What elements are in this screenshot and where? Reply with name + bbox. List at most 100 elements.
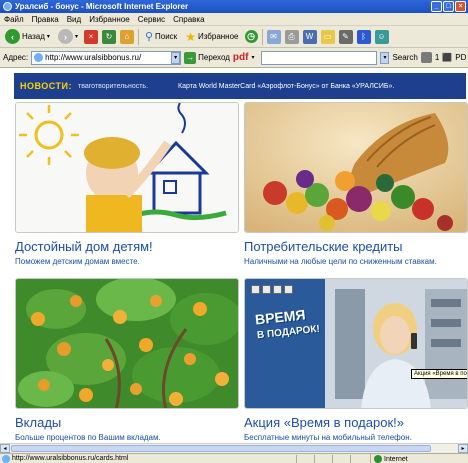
card-title[interactable]: Вклады: [15, 415, 239, 430]
search-icon: ⚲: [144, 31, 154, 43]
toolbar-count: 1: [434, 53, 440, 62]
news-item-2[interactable]: Карта World MasterCard «Аэрофлот-Бонус» …: [178, 83, 394, 90]
pdf-icon[interactable]: ⬛: [442, 53, 452, 62]
back-label: Назад: [22, 32, 45, 41]
menu-help[interactable]: Справка: [173, 15, 204, 24]
card-image-fruit-tree[interactable]: [15, 278, 239, 409]
horizontal-scrollbar[interactable]: ◂ ▸: [0, 443, 468, 453]
news-item-1[interactable]: тваготворительность.: [78, 83, 148, 90]
go-button[interactable]: → Переход: [184, 51, 230, 64]
zone-label: Internet: [384, 455, 408, 463]
search-toolbar-label[interactable]: Search: [392, 53, 417, 62]
scroll-left-icon[interactable]: ◂: [0, 444, 10, 453]
scroll-right-icon[interactable]: ▸: [458, 444, 468, 453]
search-label: Поиск: [155, 32, 178, 41]
home-icon[interactable]: ⌂: [119, 29, 134, 44]
card-image-child-drawing[interactable]: [15, 102, 239, 233]
status-divider: [350, 455, 351, 463]
card-image-cornucopia[interactable]: [244, 102, 468, 233]
forward-arrow-icon: ›: [57, 29, 73, 44]
cornucopia-illustration: [245, 103, 467, 232]
history-icon[interactable]: ◷: [244, 30, 258, 43]
status-bar: http://www.uralsibbonus.ru/cards.html In…: [0, 453, 468, 463]
news-label: НОВОСТИ:: [20, 81, 73, 91]
go-arrow-icon: →: [184, 51, 197, 64]
status-divider: [296, 455, 297, 463]
address-bar: Адрес: http://www.uralsibbonus.ru/ ▾ → П…: [0, 48, 468, 68]
back-button[interactable]: ‹ Назад ▾: [3, 28, 52, 46]
card-image-promo[interactable]: ВРЕМЯ В ПОДАРОК! Акция «Время в по: [244, 278, 468, 409]
card-title[interactable]: Потребительские кредиты: [244, 239, 468, 254]
menu-view[interactable]: Вид: [67, 15, 81, 24]
address-dropdown-icon[interactable]: ▾: [171, 51, 181, 64]
mail-icon[interactable]: ✉: [266, 29, 281, 44]
word-icon[interactable]: W: [302, 29, 317, 44]
favorites-star-icon: ★: [185, 29, 196, 44]
card-time-gift-promo[interactable]: ВРЕМЯ В ПОДАРОК! Акция «Время в по Акция…: [244, 278, 468, 442]
image-folder-icon[interactable]: [284, 285, 293, 294]
menu-favorites[interactable]: Избранное: [89, 15, 130, 24]
refresh-icon[interactable]: ↻: [101, 29, 116, 44]
ie-logo-icon: [3, 2, 12, 11]
forward-dropdown-icon[interactable]: ▾: [75, 33, 78, 40]
bluetooth-icon[interactable]: ᛒ: [356, 29, 371, 44]
card-subtitle[interactable]: Наличными на любые цели по сниженным ста…: [244, 257, 468, 266]
back-dropdown-icon[interactable]: ▾: [47, 33, 50, 40]
address-url: http://www.uralsibbonus.ru/: [45, 53, 142, 62]
window-controls: _ □ ×: [431, 1, 466, 12]
internet-zone-icon: [374, 455, 382, 463]
news-ticker: НОВОСТИ: тваготворительность. Карта Worl…: [14, 73, 466, 99]
discuss-icon[interactable]: ✎: [338, 29, 353, 44]
forward-button[interactable]: › ▾: [56, 28, 80, 46]
status-divider: [314, 455, 315, 463]
standard-toolbar: ‹ Назад ▾ › ▾ × ↻ ⌂ ⚲ Поиск ★ Избранное …: [0, 26, 468, 48]
window-titlebar: Уралсиб - бонус - Microsoft Internet Exp…: [0, 0, 468, 13]
card-subtitle[interactable]: Поможем детским домам вместе.: [15, 257, 239, 266]
toolbar-separator: [261, 28, 263, 45]
image-toolbar: [251, 285, 293, 294]
toolbar-separator: [137, 28, 139, 45]
image-mail-icon[interactable]: [273, 285, 282, 294]
search-dropdown-icon[interactable]: ▾: [380, 51, 390, 64]
favorites-label: Избранное: [197, 32, 239, 41]
search-button[interactable]: ⚲ Поиск: [143, 28, 179, 46]
favorites-button[interactable]: ★ Избранное: [183, 28, 240, 46]
card-orphanage[interactable]: Достойный дом детям! Поможем детским дом…: [15, 102, 239, 266]
menu-edit[interactable]: Правка: [32, 15, 59, 24]
card-subtitle[interactable]: Бесплатные минуты на мобильный телефон.: [244, 433, 468, 442]
page-content: НОВОСТИ: тваготворительность. Карта Worl…: [0, 68, 468, 443]
card-title[interactable]: Акция «Время в подарок!»: [244, 415, 468, 430]
go-label: Переход: [198, 53, 230, 62]
stop-icon[interactable]: ×: [83, 29, 98, 44]
messenger-icon[interactable]: ☺: [374, 29, 389, 44]
menu-tools[interactable]: Сервис: [138, 15, 165, 24]
menu-file[interactable]: Файл: [4, 15, 24, 24]
address-label: Адрес:: [3, 53, 29, 62]
security-zone: Internet: [370, 454, 408, 463]
image-tooltip: Акция «Время в по: [411, 369, 467, 379]
image-print-icon[interactable]: [262, 285, 271, 294]
pdf-dropdown-icon[interactable]: ▾: [251, 54, 254, 61]
page-icon: [34, 53, 44, 62]
address-input[interactable]: http://www.uralsibbonus.ru/ ▾: [31, 50, 182, 65]
pdf-extra-label[interactable]: PD: [455, 53, 466, 62]
pdf-toolbar-button[interactable]: pdf: [233, 52, 249, 63]
minimize-button[interactable]: _: [431, 1, 442, 12]
promo-photo-illustration: [245, 279, 467, 408]
child-drawing-illustration: [16, 103, 238, 232]
card-consumer-credit[interactable]: Потребительские кредиты Наличными на люб…: [244, 102, 468, 266]
scrollbar-thumb[interactable]: [11, 445, 431, 452]
page-loading-icon: [2, 454, 10, 463]
print-icon[interactable]: ⎙: [284, 29, 299, 44]
maximize-button[interactable]: □: [443, 1, 454, 12]
card-deposits[interactable]: Вклады Больше процентов по Вашим вкладам…: [15, 278, 239, 442]
pages-icon[interactable]: [420, 52, 432, 63]
card-subtitle[interactable]: Больше процентов по Вашим вкладам.: [15, 433, 239, 442]
card-title[interactable]: Достойный дом детям!: [15, 239, 239, 254]
status-url: http://www.uralsibbonus.ru/cards.html: [12, 455, 129, 462]
folder-icon[interactable]: ▭: [320, 29, 335, 44]
image-save-icon[interactable]: [251, 285, 260, 294]
fruit-tree-illustration: [16, 279, 238, 408]
toolbar-search-input[interactable]: [261, 50, 378, 65]
close-button[interactable]: ×: [455, 1, 466, 12]
